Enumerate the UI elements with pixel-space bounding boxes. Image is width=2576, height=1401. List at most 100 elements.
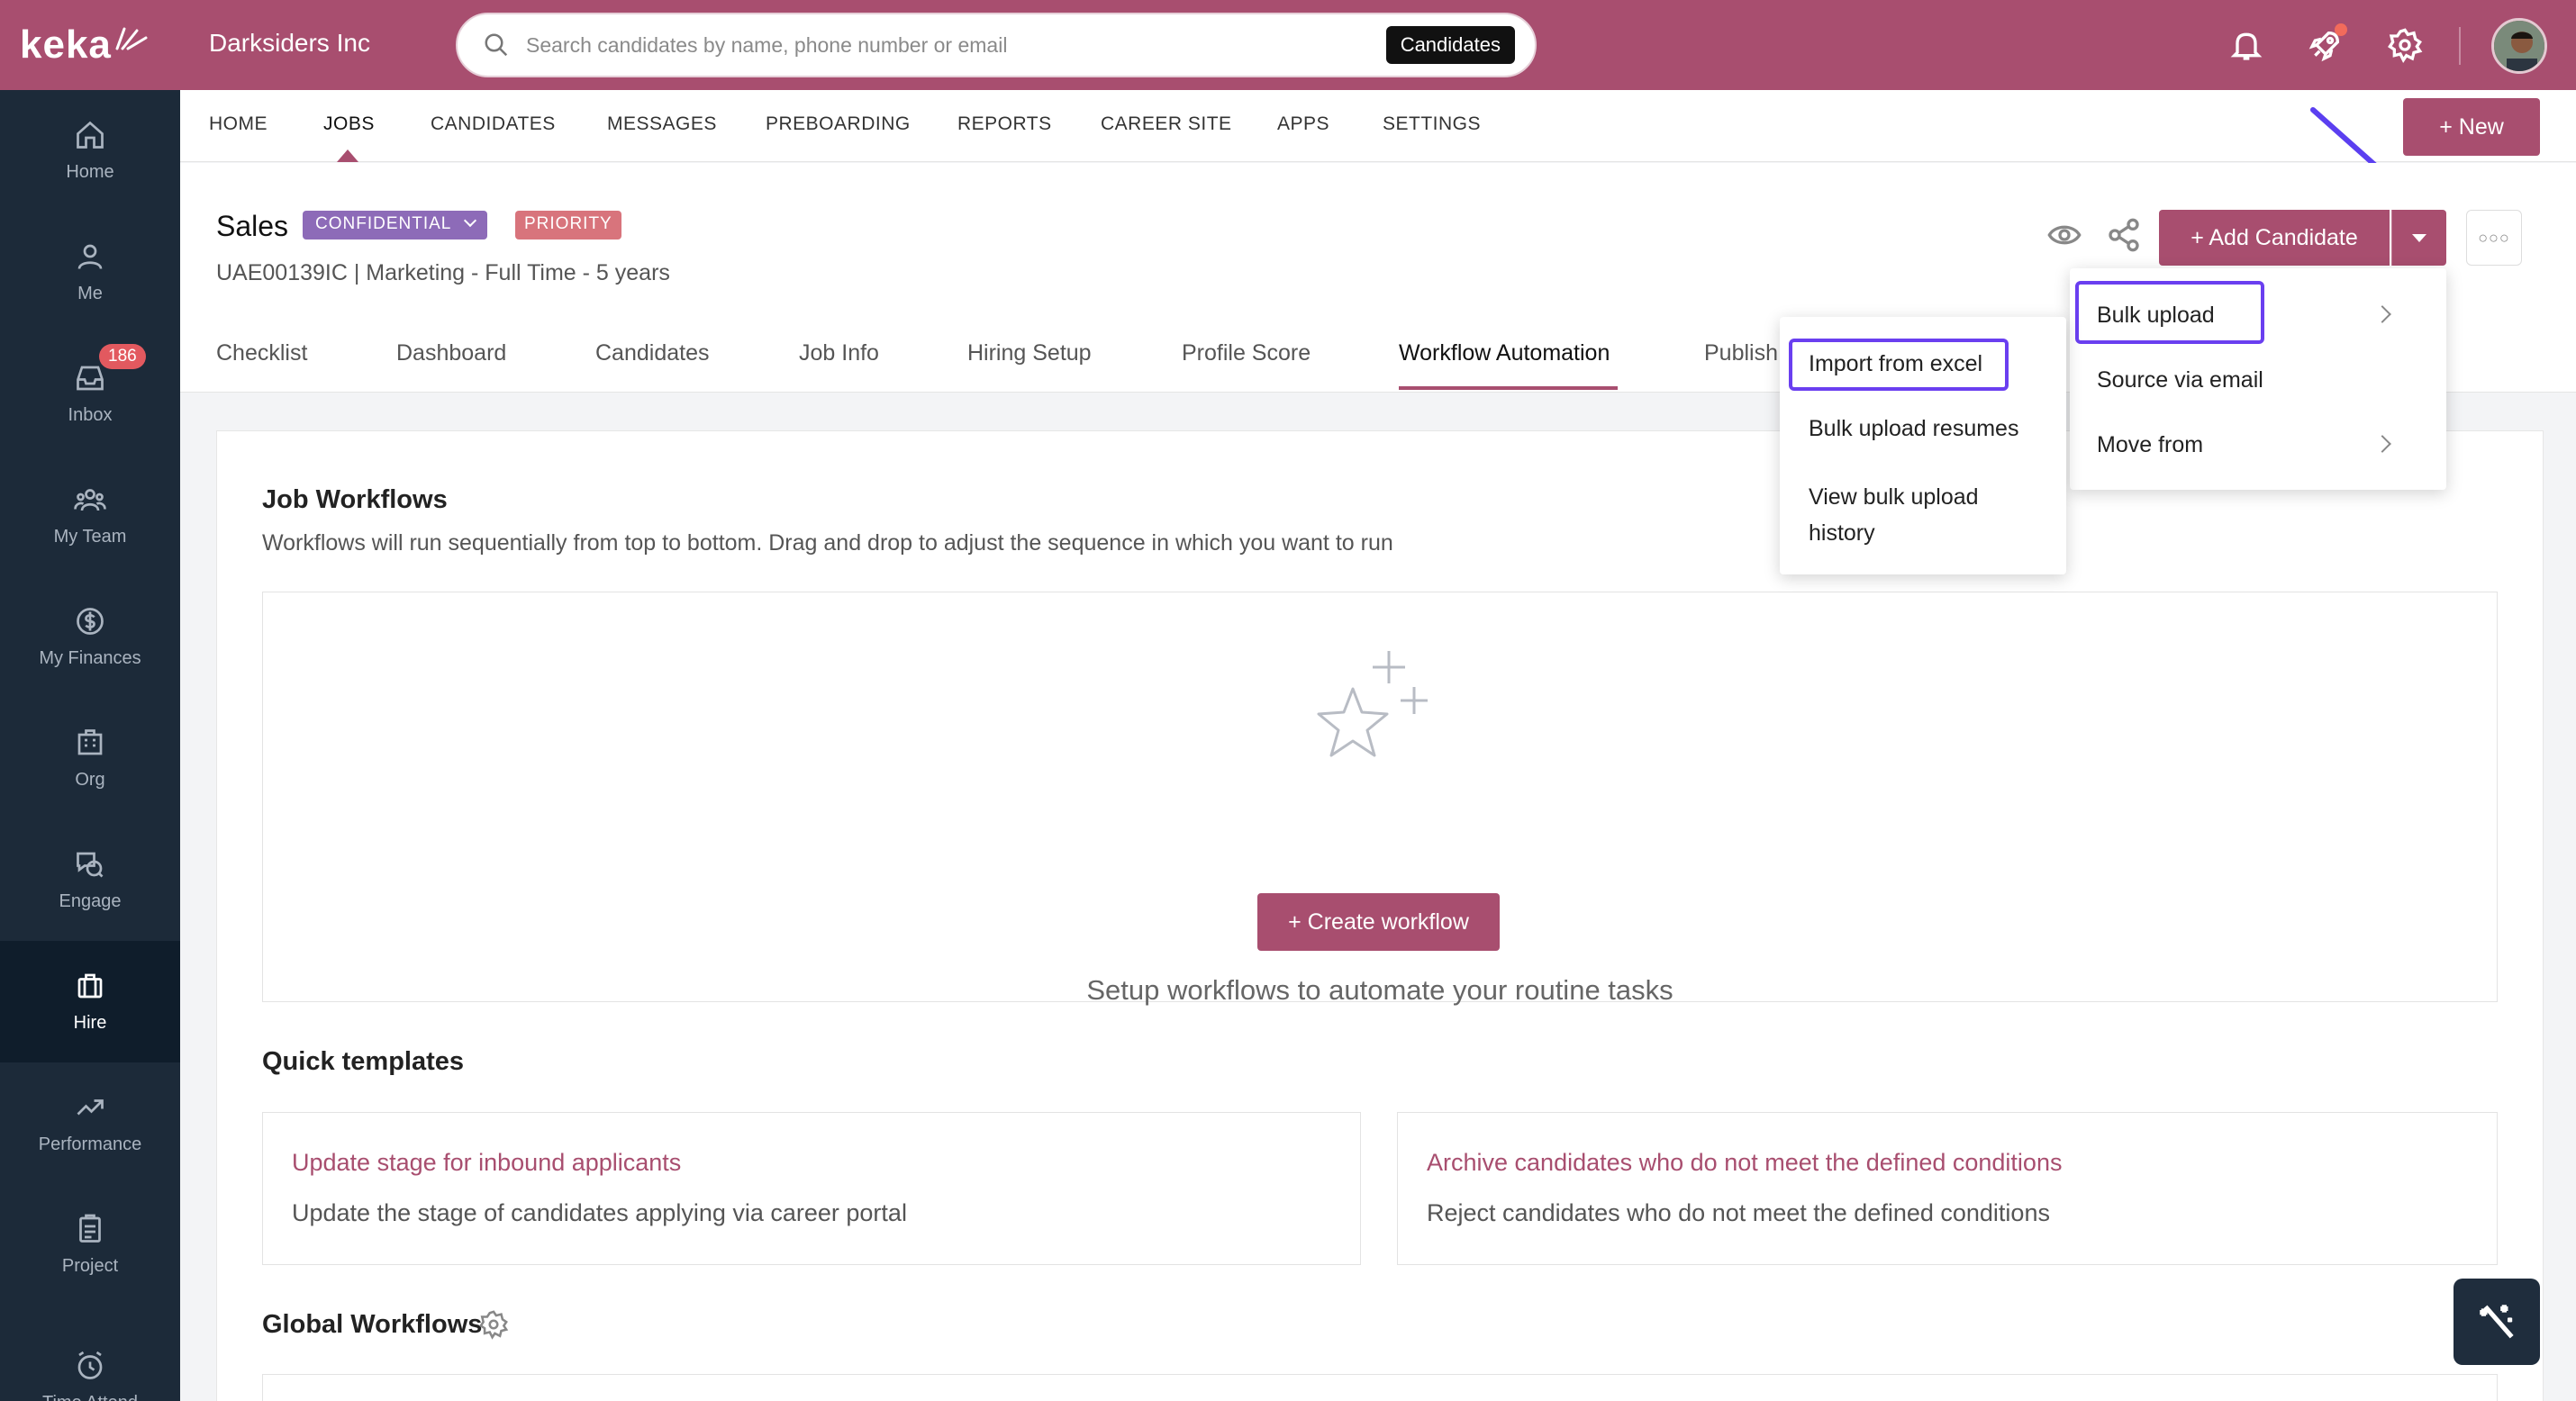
sidebar-item-label: Hire (73, 1013, 107, 1033)
search-input[interactable]: Search candidates by name, phone number … (526, 33, 1386, 58)
preview-eye-icon[interactable] (2046, 217, 2082, 253)
global-workflows-panel (262, 1374, 2498, 1401)
team-icon (74, 489, 106, 511)
template-title[interactable]: Archive candidates who do not meet the d… (1427, 1149, 2062, 1177)
template-title[interactable]: Update stage for inbound applicants (292, 1149, 681, 1177)
trend-icon (77, 1099, 104, 1116)
top-header: Darksiders Inc Search candidates by name… (180, 0, 2576, 90)
template-description: Update the stage of candidates applying … (292, 1199, 907, 1226)
job-workflows-title: Job Workflows (262, 485, 448, 514)
empty-state-text: Setup workflows to automate your routine… (1086, 974, 1673, 1006)
template-card[interactable]: Update stage for inbound applicants Upda… (262, 1112, 1361, 1265)
menu-item-move-from[interactable]: Move from (2097, 432, 2203, 458)
sidebar-item-label: Inbox (68, 405, 113, 425)
add-candidate-dropdown-toggle[interactable] (2391, 210, 2446, 266)
nav-settings[interactable]: SETTINGS (1383, 113, 1481, 135)
job-title: Sales (216, 210, 289, 242)
global-search[interactable]: Search candidates by name, phone number … (456, 13, 1537, 77)
chevron-down-icon (463, 213, 476, 228)
nav-reports[interactable]: REPORTS (957, 113, 1052, 135)
create-workflow-button[interactable]: + Create workflow (1257, 893, 1500, 951)
quick-templates-title: Quick templates (262, 1047, 465, 1076)
nav-jobs[interactable]: JOBS (323, 113, 375, 135)
sidebar: keka Home Me 186 Inbox My Team My Financ… (0, 0, 180, 1401)
clock-icon (77, 1351, 103, 1379)
menu-item-import-from-excel[interactable]: Import from excel (1809, 351, 1982, 377)
sidebar-item-performance[interactable]: Performance (0, 1062, 180, 1184)
tab-workflow-automation[interactable]: Workflow Automation (1399, 340, 1610, 366)
nav-career-site[interactable]: CAREER SITE (1101, 113, 1232, 135)
workflows-card: Job Workflows Workflows will run sequent… (216, 430, 2544, 1401)
menu-item-view-bulk-upload-history[interactable]: View bulk upload history (1809, 479, 2034, 551)
add-candidate-menu: Bulk upload Source via email Move from (2070, 268, 2446, 490)
confidential-badge[interactable]: CONFIDENTIAL (303, 211, 487, 240)
home-icon (77, 121, 104, 149)
active-nav-indicator (337, 149, 358, 162)
sidebar-item-org[interactable]: Org (0, 698, 180, 819)
sidebar-item-me[interactable]: Me (0, 212, 180, 333)
magic-wand-icon (2480, 1305, 2514, 1339)
confidential-label: CONFIDENTIAL (315, 214, 451, 233)
tab-job-info[interactable]: Job Info (799, 340, 879, 366)
chevron-right-icon (2373, 305, 2391, 323)
sidebar-item-label: Org (75, 770, 105, 790)
menu-item-bulk-upload-resumes[interactable]: Bulk upload resumes (1809, 416, 2018, 442)
new-button[interactable]: + New (2403, 98, 2540, 156)
add-candidate-button[interactable]: + Add Candidate (2159, 210, 2390, 266)
tab-hiring-setup[interactable]: Hiring Setup (967, 340, 1092, 366)
template-description: Reject candidates who do not meet the de… (1427, 1199, 2050, 1226)
sidebar-item-inbox[interactable]: 186 Inbox (0, 333, 180, 455)
chevron-right-icon (2373, 435, 2391, 453)
inbox-icon (77, 366, 104, 391)
settings-gear-icon[interactable] (2387, 27, 2423, 63)
sidebar-item-hire[interactable]: Hire (0, 941, 180, 1062)
rocket-icon[interactable] (2308, 23, 2347, 63)
company-name[interactable]: Darksiders Inc (209, 29, 370, 58)
sidebar-item-project[interactable]: Project (0, 1184, 180, 1306)
user-avatar[interactable] (2491, 18, 2547, 74)
sidebar-item-time-attend[interactable]: Time Attend (0, 1306, 180, 1401)
more-options-icon[interactable]: ○○○ (2466, 210, 2522, 266)
sidebar-item-engage[interactable]: Engage (0, 819, 180, 941)
tab-profile-score[interactable]: Profile Score (1182, 340, 1311, 366)
nav-apps[interactable]: APPS (1277, 113, 1329, 135)
tab-candidates[interactable]: Candidates (595, 340, 709, 366)
tab-dashboard[interactable]: Dashboard (396, 340, 506, 366)
logo-text: keka (20, 23, 112, 67)
clipboard-icon (79, 1214, 101, 1243)
search-scope-chip[interactable]: Candidates (1385, 26, 1515, 64)
magic-wand-button[interactable] (2454, 1279, 2540, 1365)
sidebar-item-label: Me (77, 284, 103, 303)
engage-icon (77, 852, 104, 878)
sidebar-item-my-team[interactable]: My Team (0, 455, 180, 576)
dollar-icon (77, 608, 104, 635)
sidebar-item-label: Home (66, 162, 114, 182)
briefcase-icon (77, 973, 103, 999)
notification-bell-icon[interactable] (2228, 27, 2264, 63)
active-tab-underline (1399, 386, 1618, 390)
sidebar-item-label: Engage (59, 891, 122, 911)
tab-checklist[interactable]: Checklist (216, 340, 307, 366)
nav-candidates[interactable]: CANDIDATES (431, 113, 556, 135)
header-divider (2459, 27, 2461, 65)
nav-messages[interactable]: MESSAGES (607, 113, 717, 135)
sidebar-item-my-finances[interactable]: My Finances (0, 576, 180, 698)
share-icon[interactable] (2106, 217, 2142, 253)
template-card[interactable]: Archive candidates who do not meet the d… (1397, 1112, 2498, 1265)
global-workflows-settings-icon[interactable] (478, 1309, 509, 1340)
user-icon (77, 244, 103, 269)
logo-rays-icon (115, 27, 148, 50)
sidebar-item-home[interactable]: Home (0, 90, 180, 212)
menu-item-source-via-email[interactable]: Source via email (2097, 367, 2263, 393)
tab-publish[interactable]: Publish (1704, 340, 1778, 366)
sidebar-item-label: Time Attend (42, 1393, 138, 1401)
menu-item-bulk-upload[interactable]: Bulk upload (2097, 303, 2215, 329)
keka-logo[interactable]: keka (0, 0, 180, 90)
global-workflows-title: Global Workflows (262, 1310, 483, 1339)
sidebar-item-label: Performance (38, 1134, 142, 1154)
priority-badge: PRIORITY (515, 211, 621, 240)
job-subtitle: UAE00139IC | Marketing - Full Time - 5 y… (216, 260, 670, 285)
sparkle-star-icon (1317, 651, 1428, 757)
nav-preboarding[interactable]: PREBOARDING (766, 113, 911, 135)
nav-home[interactable]: HOME (209, 113, 268, 135)
